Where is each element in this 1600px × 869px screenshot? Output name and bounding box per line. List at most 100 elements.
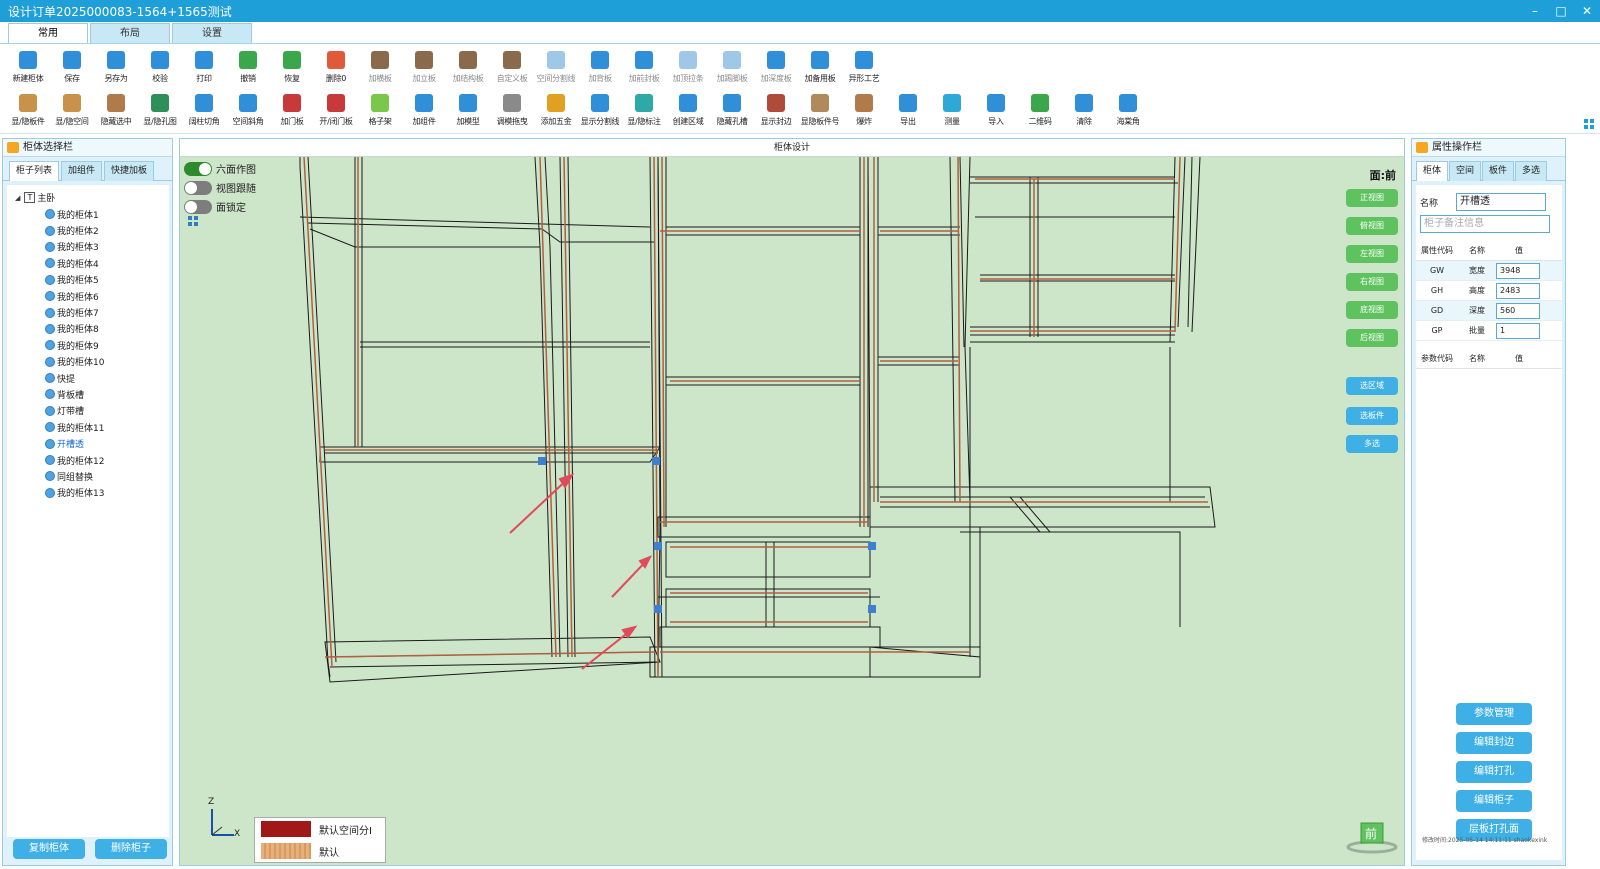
cabinet-note-field[interactable]: 柜子备注信息 xyxy=(1420,215,1550,233)
tree-item[interactable]: 我的柜体9 xyxy=(7,337,169,353)
tree-item[interactable]: 我的柜体4 xyxy=(7,255,169,271)
toolbar-button[interactable]: 显/隐板件 xyxy=(6,91,50,133)
grid-icon[interactable] xyxy=(1584,119,1594,129)
tab-layout[interactable]: 布局 xyxy=(90,23,170,43)
toolbar-button[interactable]: 显示分割线 xyxy=(578,91,622,133)
toolbar-button[interactable]: 加踢脚板 xyxy=(710,48,754,90)
tree-item[interactable]: 灯带槽 xyxy=(7,403,169,419)
toolbar-button[interactable]: 加组件 xyxy=(402,91,446,133)
tree-item[interactable]: 我的柜体8 xyxy=(7,321,169,337)
toolbar-button[interactable]: 隐藏选中 xyxy=(94,91,138,133)
toolbar-button[interactable]: 自定义板 xyxy=(490,48,534,90)
tab-multi-select[interactable]: 多选 xyxy=(1515,161,1548,181)
toggle-switch[interactable] xyxy=(184,161,212,176)
multi-select-button[interactable]: 多选 xyxy=(1346,435,1398,453)
toolbar-button[interactable]: 导出 xyxy=(886,91,930,133)
toolbar-button[interactable]: 恢复 xyxy=(270,48,314,90)
tree-item[interactable]: 我的柜体13 xyxy=(7,485,169,501)
tab-space[interactable]: 空间 xyxy=(1449,161,1482,181)
tab-cabinet[interactable]: 柜体 xyxy=(1416,161,1449,181)
tree-item[interactable]: 我的柜体1 xyxy=(7,206,169,222)
back-view-button[interactable]: 后视图 xyxy=(1346,329,1398,347)
toolbar-button[interactable]: 加背板 xyxy=(578,48,622,90)
delete-cabinet-button[interactable]: 删除柜子 xyxy=(95,839,167,859)
tree-item[interactable]: 同组替换 xyxy=(7,468,169,484)
tree-item[interactable]: 快提 xyxy=(7,370,169,386)
toolbar-button[interactable]: 清除 xyxy=(1062,91,1106,133)
tree-root[interactable]: ◢ T 主卧 xyxy=(7,189,169,206)
toolbar-button[interactable]: 新建柜体 xyxy=(6,48,50,90)
toolbar-button[interactable]: 保存 xyxy=(50,48,94,90)
edit-cabinet-button[interactable]: 编辑柜子 xyxy=(1456,790,1532,812)
tree-item[interactable]: 我的柜体3 xyxy=(7,239,169,255)
prop-value-field[interactable]: 3948 xyxy=(1496,262,1540,279)
toolbar-button[interactable]: 开/闭门板 xyxy=(314,91,358,133)
toolbar-button[interactable]: 加横板 xyxy=(358,48,402,90)
layout-grid-icon[interactable] xyxy=(188,216,198,226)
cabinet-name-field[interactable]: 开槽透 xyxy=(1456,193,1546,211)
tab-quick-add-board[interactable]: 快捷加板 xyxy=(104,161,155,181)
front-view-button[interactable]: 正视图 xyxy=(1346,189,1398,207)
prop-value-field[interactable]: 2483 xyxy=(1496,282,1540,299)
toolbar-button[interactable]: 导入 xyxy=(974,91,1018,133)
minimize-button[interactable]: – xyxy=(1522,0,1548,22)
toggle-switch[interactable] xyxy=(184,199,212,214)
bottom-view-button[interactable]: 底视图 xyxy=(1346,301,1398,319)
toolbar-button[interactable]: 加结构板 xyxy=(446,48,490,90)
toolbar-button[interactable]: 调模拖曳 xyxy=(490,91,534,133)
toolbar-button[interactable]: 阔柱切角 xyxy=(182,91,226,133)
tree-item[interactable]: 我的柜体12 xyxy=(7,452,169,468)
toolbar-button[interactable]: 加顶拉条 xyxy=(666,48,710,90)
toolbar-button[interactable]: 二维码 xyxy=(1018,91,1062,133)
toolbar-button[interactable]: 加备用板 xyxy=(798,48,842,90)
toolbar-button[interactable]: 爆炸 xyxy=(842,91,886,133)
tree-item[interactable]: 开槽透 xyxy=(7,435,169,451)
prop-value-field[interactable]: 560 xyxy=(1496,302,1540,319)
toolbar-button[interactable]: 显/隐标注 xyxy=(622,91,666,133)
select-board-button[interactable]: 选板件 xyxy=(1346,407,1398,425)
cabinet-3d-drawing[interactable] xyxy=(180,157,1404,865)
toolbar-button[interactable]: 显示封边 xyxy=(754,91,798,133)
expand-triangle-icon[interactable]: ◢ xyxy=(15,194,20,202)
toolbar-button[interactable]: 打印 xyxy=(182,48,226,90)
toolbar-button[interactable]: 加门板 xyxy=(270,91,314,133)
toolbar-button[interactable]: 隐藏孔槽 xyxy=(710,91,754,133)
toolbar-button[interactable]: 撤销 xyxy=(226,48,270,90)
tree-item[interactable]: 我的柜体7 xyxy=(7,304,169,320)
edit-edge-banding-button[interactable]: 编辑封边 xyxy=(1456,732,1532,754)
toolbar-button[interactable]: 加前封板 xyxy=(622,48,666,90)
toolbar-button[interactable]: 海棠角 xyxy=(1106,91,1150,133)
toolbar-button[interactable]: 空间分割线 xyxy=(534,48,578,90)
tree-item[interactable]: 我的柜体10 xyxy=(7,354,169,370)
tree-item[interactable]: 我的柜体11 xyxy=(7,419,169,435)
toolbar-button[interactable]: 空间斜角 xyxy=(226,91,270,133)
select-region-button[interactable]: 选区域 xyxy=(1346,377,1398,395)
toolbar-button[interactable]: 异形工艺 xyxy=(842,48,886,90)
tab-cabinet-list[interactable]: 柜子列表 xyxy=(9,161,60,181)
toolbar-button[interactable]: 显隐板件号 xyxy=(798,91,842,133)
toolbar-button[interactable]: 显/隐孔图 xyxy=(138,91,182,133)
param-management-button[interactable]: 参数管理 xyxy=(1456,703,1532,725)
toolbar-button[interactable]: 校验 xyxy=(138,48,182,90)
face-lock-toggle[interactable]: 面锁定 xyxy=(184,199,246,214)
maximize-button[interactable]: □ xyxy=(1548,0,1574,22)
view-follow-toggle[interactable]: 视图跟随 xyxy=(184,180,256,195)
prop-value-field[interactable]: 1 xyxy=(1496,322,1540,339)
copy-cabinet-button[interactable]: 复制柜体 xyxy=(13,839,85,859)
front-view-cube-icon[interactable]: 前 xyxy=(1346,821,1398,855)
tree-item[interactable]: 背板槽 xyxy=(7,386,169,402)
top-view-button[interactable]: 俯视图 xyxy=(1346,217,1398,235)
edit-drilling-button[interactable]: 编辑打孔 xyxy=(1456,761,1532,783)
toolbar-button[interactable]: 创建区域 xyxy=(666,91,710,133)
right-view-button[interactable]: 右视图 xyxy=(1346,273,1398,291)
tab-add-component[interactable]: 加组件 xyxy=(61,161,103,181)
toolbar-button[interactable]: 格子架 xyxy=(358,91,402,133)
tree-item[interactable]: 我的柜体5 xyxy=(7,272,169,288)
tab-board[interactable]: 板件 xyxy=(1482,161,1515,181)
toolbar-button[interactable]: 加立板 xyxy=(402,48,446,90)
left-view-button[interactable]: 左视图 xyxy=(1346,245,1398,263)
toolbar-button[interactable]: 另存为 xyxy=(94,48,138,90)
six-face-drawing-toggle[interactable]: 六面作图 xyxy=(184,161,256,176)
toolbar-button[interactable]: 加模型 xyxy=(446,91,490,133)
tab-settings[interactable]: 设置 xyxy=(172,23,252,43)
